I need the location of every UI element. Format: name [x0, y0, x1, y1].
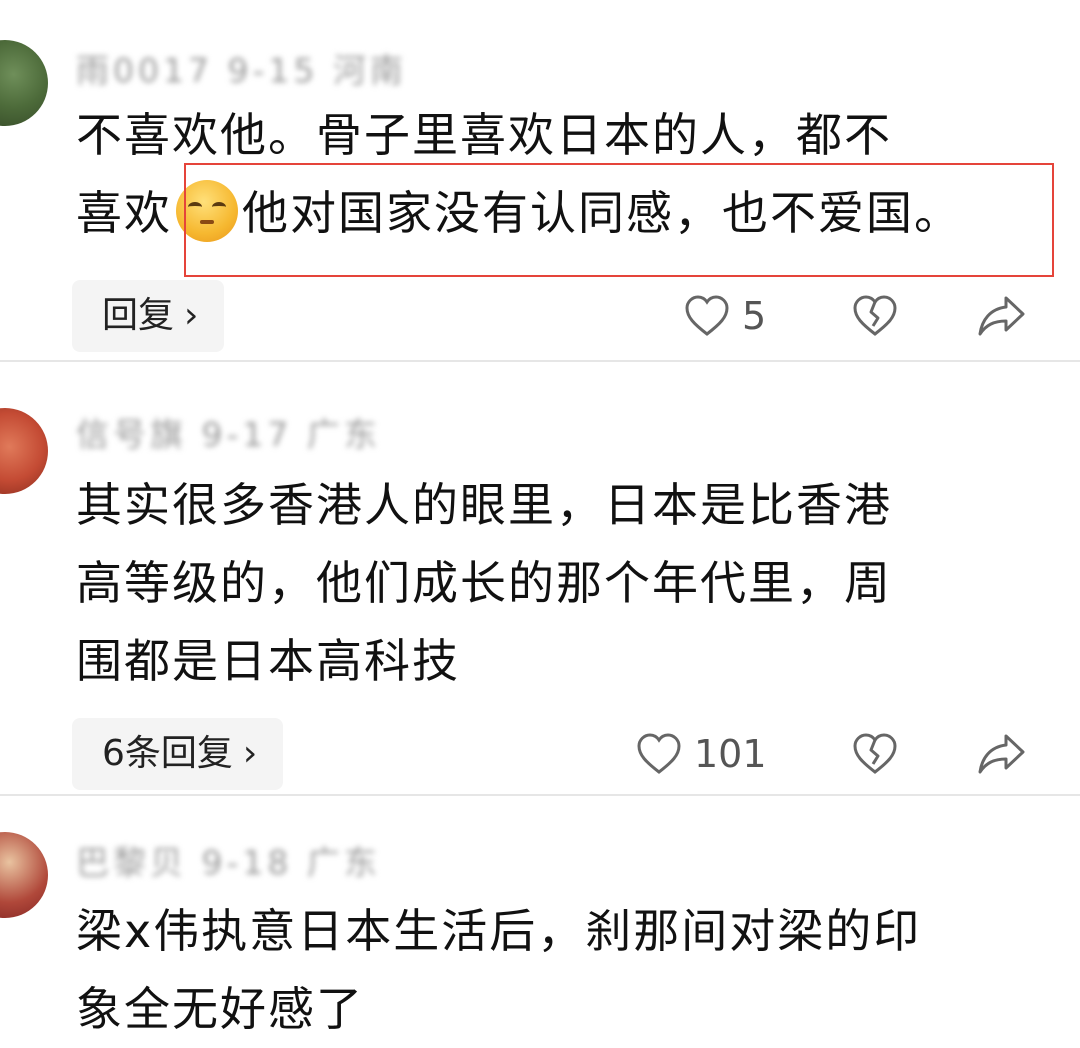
reply-button[interactable]: 回复 › [72, 280, 225, 352]
broken-heart-icon [852, 732, 898, 776]
comment-time: 9-17 [201, 415, 293, 454]
share-arrow-icon [976, 294, 1026, 338]
avatar[interactable] [0, 40, 48, 126]
like-count: 5 [742, 294, 767, 338]
comment-location: 广东 [306, 843, 381, 882]
comment-line: 围都是日本高科技 [76, 634, 460, 688]
avatar[interactable] [0, 408, 48, 494]
comment-location: 广东 [306, 415, 381, 454]
like-button[interactable]: 101 [636, 718, 767, 790]
reply-label: 回复 [102, 295, 175, 336]
comment-text: 梁x伟执意日本生活后，刹那间对梁的印 象全无好感了 [76, 892, 1036, 1048]
comment-item: 雨0017 9-15 河南 不喜欢他。骨子里喜欢日本的人，都不 喜欢 他对国家没有… [0, 0, 1080, 360]
heart-outline-icon [636, 732, 682, 776]
comment-meta: 信号旗 9-17 广东 [76, 408, 381, 456]
share-button[interactable] [976, 280, 1026, 352]
comment-line: 象全无好感了 [76, 982, 364, 1036]
comment-time: 9-15 [227, 51, 319, 90]
view-replies-button[interactable]: 6条回复 › [72, 718, 284, 790]
dislike-button[interactable] [852, 718, 898, 790]
username[interactable]: 雨0017 [76, 51, 213, 90]
like-button[interactable]: 5 [684, 280, 766, 352]
dislike-button[interactable] [852, 280, 898, 352]
comment-line-part: 喜欢 [76, 186, 172, 240]
reply-label: 6条回复 [102, 733, 233, 774]
red-highlight-box [184, 163, 1054, 277]
comment-item: 信号旗 9-17 广东 其实很多香港人的眼里，日本是比香港 高等级的，他们成长的… [0, 362, 1080, 794]
like-count: 101 [694, 732, 767, 776]
heart-outline-icon [684, 294, 730, 338]
comment-line: 梁x伟执意日本生活后，刹那间对梁的印 [76, 904, 922, 958]
broken-heart-icon [852, 294, 898, 338]
comment-location: 河南 [332, 51, 407, 90]
comment-meta: 巴黎贝 9-18 广东 [76, 836, 381, 884]
share-button[interactable] [976, 718, 1026, 790]
username[interactable]: 巴黎贝 [76, 843, 187, 882]
comment-meta: 雨0017 9-15 河南 [76, 44, 407, 92]
chevron-right-icon: › [184, 295, 199, 336]
avatar[interactable] [0, 832, 48, 918]
comment-item: 巴黎贝 9-18 广东 梁x伟执意日本生活后，刹那间对梁的印 象全无好感了 [0, 796, 1080, 1038]
comment-text: 其实很多香港人的眼里，日本是比香港 高等级的，他们成长的那个年代里，周 围都是日… [76, 466, 1036, 700]
comment-line: 其实很多香港人的眼里，日本是比香港 [76, 478, 892, 532]
share-arrow-icon [976, 732, 1026, 776]
chevron-right-icon: › [242, 733, 258, 774]
username[interactable]: 信号旗 [76, 415, 187, 454]
comment-line: 高等级的，他们成长的那个年代里，周 [76, 556, 892, 610]
comment-time: 9-18 [201, 843, 293, 882]
